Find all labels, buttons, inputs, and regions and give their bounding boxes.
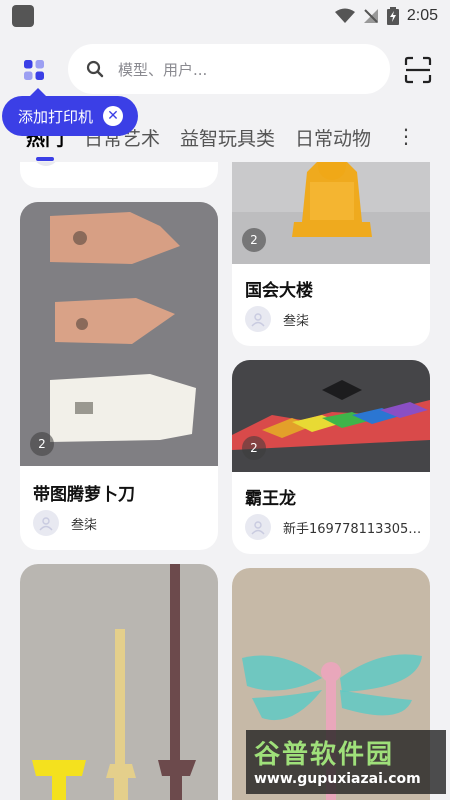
card-title: 带图腾萝卜刀: [33, 485, 135, 505]
model-image: [20, 564, 218, 800]
author-name: 新手16977811330553...: [283, 521, 423, 537]
avatar: [33, 162, 59, 166]
user-icon: [251, 521, 265, 535]
status-icons: 2:05: [334, 7, 438, 25]
app-notification-icon: [12, 5, 34, 27]
avatar: [245, 514, 271, 540]
battery-charging-icon: [386, 7, 399, 25]
model-card[interactable]: [20, 564, 218, 800]
wifi-icon: [334, 8, 355, 23]
author-name: 叁柒: [71, 517, 98, 533]
avatar: [245, 306, 271, 332]
status-time: 2:05: [406, 7, 438, 24]
more-tabs-button[interactable]: ⋮: [396, 124, 416, 148]
author-name: 叁柒: [283, 313, 310, 329]
add-printer-tooltip[interactable]: 添加打印机 ✕: [2, 88, 138, 136]
model-card-partial[interactable]: [20, 162, 218, 188]
image-count-badge: 2: [242, 436, 266, 460]
more-vertical-icon: ⋮: [396, 124, 416, 148]
watermark-title: 谷普软件园: [254, 740, 395, 770]
category-grid-button[interactable]: [18, 54, 50, 86]
user-icon: [251, 313, 265, 327]
grid-icon: [24, 60, 44, 80]
model-feed: 2 带图腾萝卜刀 叁柒 2 国会大楼 叁柒 2 霸王龙 新手1697781133…: [0, 162, 450, 800]
tooltip-text: 添加打印机: [18, 107, 94, 126]
image-count-badge: 2: [30, 432, 54, 456]
model-card[interactable]: 2 带图腾萝卜刀 叁柒: [20, 202, 218, 550]
card-author[interactable]: 新手16977811330553...: [245, 514, 423, 540]
scan-icon: [404, 56, 432, 84]
card-title: 霸王龙: [245, 489, 296, 509]
scan-button[interactable]: [404, 56, 432, 84]
avatar: [33, 510, 59, 536]
card-author[interactable]: 叁柒: [33, 510, 97, 536]
tab-puzzle-toys[interactable]: 益智玩具类: [180, 124, 275, 151]
close-icon[interactable]: ✕: [103, 106, 124, 126]
watermark-url: www.gupuxiazai.com: [254, 771, 421, 787]
search-bar[interactable]: 模型、用户...: [68, 44, 390, 94]
model-card[interactable]: 2 霸王龙 新手16977811330553...: [232, 360, 430, 554]
search-icon: [86, 60, 104, 78]
image-count-badge: 2: [242, 228, 266, 252]
model-card[interactable]: 2 国会大楼 叁柒: [232, 162, 430, 346]
signal-off-icon: [363, 9, 378, 23]
card-author[interactable]: 叁柒: [245, 306, 309, 332]
tab-daily-animals[interactable]: 日常动物: [295, 124, 371, 151]
search-placeholder: 模型、用户...: [118, 60, 208, 79]
status-bar: 2:05: [0, 0, 450, 32]
watermark: 谷普软件园 www.gupuxiazai.com: [246, 730, 446, 794]
user-icon: [39, 517, 53, 531]
model-image: [20, 202, 218, 466]
card-title: 国会大楼: [245, 281, 313, 301]
